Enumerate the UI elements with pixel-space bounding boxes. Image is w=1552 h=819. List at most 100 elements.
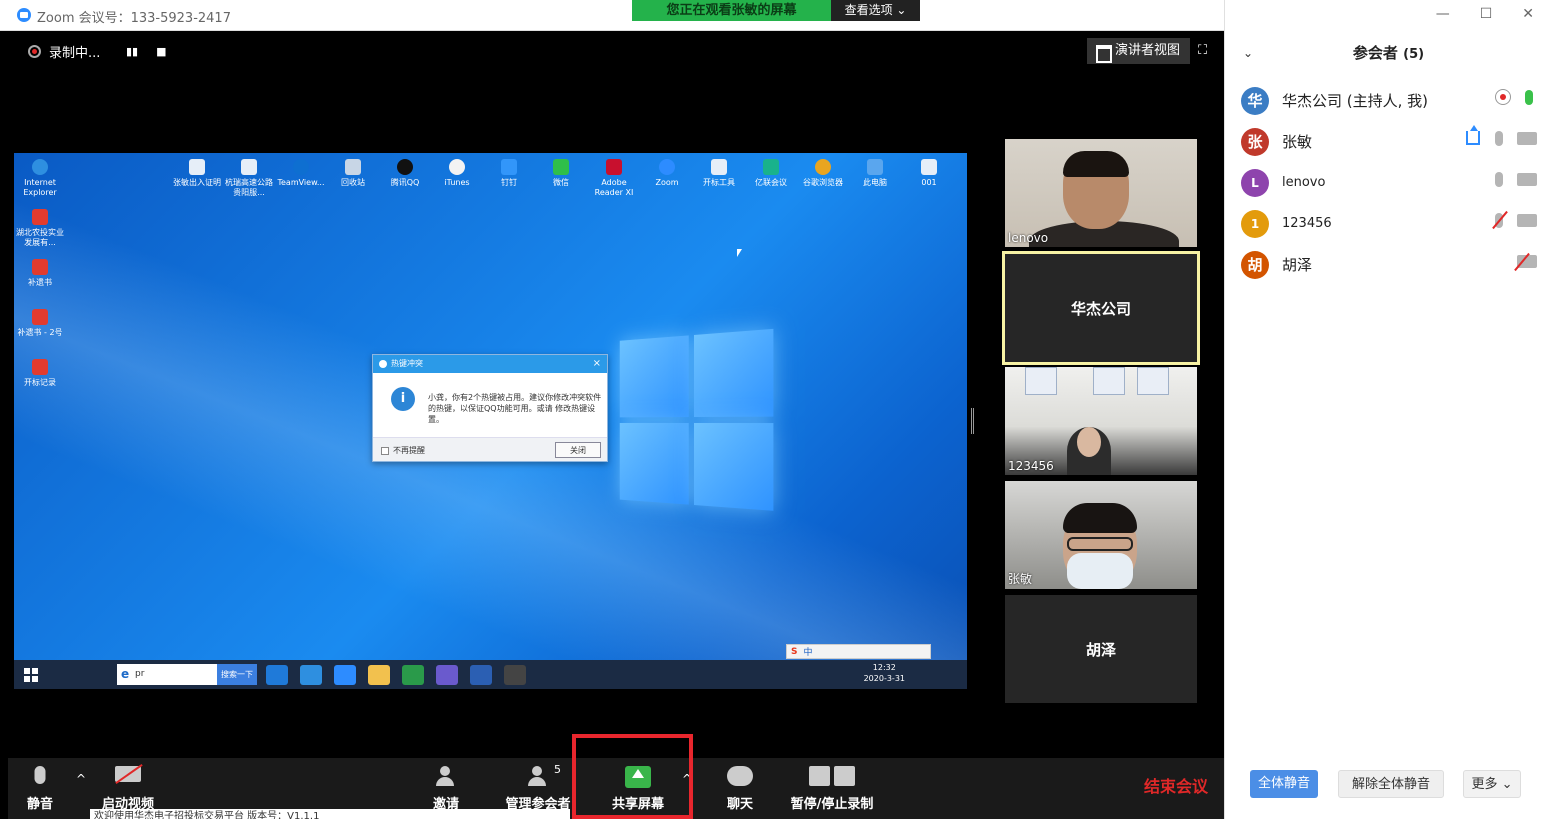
close-icon[interactable]: ✕ <box>1522 6 1534 22</box>
minimize-icon[interactable]: — <box>1436 6 1450 22</box>
app-icon[interactable] <box>436 665 458 685</box>
chat-button[interactable]: 聊天 <box>716 758 764 819</box>
split-handle[interactable] <box>971 408 974 434</box>
view-options-button[interactable]: 查看选项 ⌄ <box>831 0 920 21</box>
unmute-all-button[interactable]: 解除全体静音 <box>1338 770 1444 798</box>
explorer-icon[interactable] <box>368 665 390 685</box>
taskbar-search-input[interactable]: pr <box>117 664 217 685</box>
desktop-icon[interactable]: 腾讯QQ <box>379 159 431 188</box>
mute-button[interactable]: 静音 <box>16 758 64 819</box>
shared-screen[interactable]: Internet Explorer 湖北农投实业发展有... 补遗书 补遗书 -… <box>14 153 967 689</box>
microphone-icon[interactable] <box>1495 130 1503 146</box>
participants-count: (5) <box>1403 47 1425 62</box>
mute-all-button[interactable]: 全体静音 <box>1250 770 1318 798</box>
video-tile-zhangmin[interactable]: 张敏 <box>1005 481 1197 589</box>
taskbar-search-button[interactable]: 搜索一下 <box>217 664 257 685</box>
participant-row[interactable]: 张 张敏 <box>1241 121 1537 162</box>
desktop-icon[interactable]: 开标工具 <box>693 159 745 188</box>
video-tile-huze[interactable]: 胡泽 <box>1005 595 1197 703</box>
video-tile-name: 华杰公司 <box>1070 299 1131 318</box>
desktop-icon[interactable]: 杭瑞高速公路贵阳服... <box>223 159 275 198</box>
zoom-logo-icon <box>17 8 31 22</box>
pause-recording-button[interactable]: ▮▮ <box>126 45 138 58</box>
share-screen-highlight-box <box>572 734 693 819</box>
excel-icon[interactable] <box>402 665 424 685</box>
window-title: Zoom 会议号：133-5923-2417 <box>37 11 231 26</box>
pause-stop-recording-button[interactable]: 暂停/停止录制 <box>782 758 882 819</box>
edge-icon[interactable] <box>266 665 288 685</box>
participant-row[interactable]: 胡 胡泽 <box>1241 244 1537 285</box>
speaker-view-button[interactable]: 演讲者视图 <box>1087 38 1191 64</box>
taskbar-clock[interactable]: 12:32 2020-3-31 <box>864 662 905 684</box>
this-pc-icon <box>867 159 883 175</box>
avatar: L <box>1241 168 1269 197</box>
dialog-close-icon[interactable]: × <box>593 355 601 373</box>
desktop-icon[interactable]: Zoom <box>641 159 693 188</box>
video-tile-lenovo[interactable]: lenovo <box>1005 139 1197 247</box>
desktop-icon[interactable]: 回收站 <box>327 159 379 188</box>
ime-toolbar[interactable]: S中 <box>786 644 931 659</box>
desktop-icon[interactable]: Internet Explorer <box>14 159 66 198</box>
dialog-close-button[interactable]: 关闭 <box>555 442 601 458</box>
zoom-window: Zoom 会议号：133-5923-2417 您正在观看张敏的屏幕 查看选项 ⌄… <box>0 0 1552 819</box>
windows-start-icon[interactable] <box>24 667 38 682</box>
ie-icon[interactable] <box>300 665 322 685</box>
desktop-icon[interactable]: 谷歌浏览器 <box>797 159 849 188</box>
video-camera-off-icon[interactable] <box>1517 254 1537 268</box>
end-meeting-button[interactable]: 结束会议 <box>1144 773 1208 797</box>
participant-row[interactable]: 华 华杰公司 (主持人, 我) <box>1241 80 1537 121</box>
video-tile-name: 胡泽 <box>1085 640 1116 659</box>
desktop-icon[interactable]: 张敏出入证明 <box>171 159 223 188</box>
participant-name: 123456 <box>1282 216 1332 231</box>
microphone-muted-icon[interactable] <box>1495 212 1503 228</box>
dialog-message: 小龚，你有2个热键被占用。建议你修改冲突软件的热键，以保证QQ功能可用。或请 修… <box>428 393 602 424</box>
word-icon[interactable] <box>470 665 492 685</box>
desktop-icon[interactable]: 补遗书 - 2号 <box>14 309 66 338</box>
microphone-active-icon[interactable] <box>1525 89 1533 105</box>
desktop-icon[interactable]: 001 <box>903 159 955 188</box>
desktop-icon[interactable]: 开标记录 <box>14 359 66 388</box>
microphone-icon <box>34 766 46 784</box>
desktop-icon[interactable]: iTunes <box>431 159 483 188</box>
wechat-icon <box>553 159 569 175</box>
video-camera-icon[interactable] <box>1517 213 1537 227</box>
word-doc-icon <box>241 159 257 175</box>
maximize-icon[interactable]: ☐ <box>1480 6 1493 22</box>
desktop-icon[interactable]: 补遗书 <box>14 259 66 288</box>
participants-icon <box>527 766 549 786</box>
fullscreen-icon[interactable]: ⛶ <box>1198 43 1207 58</box>
recording-control-icon <box>809 766 855 786</box>
qq-icon[interactable] <box>504 665 526 685</box>
add-person-icon <box>435 766 457 786</box>
desktop-icon[interactable]: 此电脑 <box>849 159 901 188</box>
recording-status: 录制中... <box>49 46 101 61</box>
desktop-icon[interactable]: 微信 <box>535 159 587 188</box>
participant-row[interactable]: 1 123456 <box>1241 203 1537 244</box>
desktop-icon[interactable]: TeamView... <box>275 159 327 188</box>
stop-recording-button[interactable]: ■ <box>156 45 166 58</box>
video-tile-active-speaker[interactable]: 华杰公司 <box>1002 251 1200 365</box>
audio-options-caret[interactable]: ^ <box>76 772 86 786</box>
microphone-icon[interactable] <box>1495 171 1503 187</box>
zoom-icon[interactable] <box>334 665 356 685</box>
participant-row[interactable]: L lenovo <box>1241 162 1537 203</box>
dingtalk-icon <box>501 159 517 175</box>
viewing-banner: 您正在观看张敏的屏幕 查看选项 ⌄ <box>632 0 920 21</box>
teamviewer-icon <box>293 159 309 175</box>
mouse-cursor-icon <box>737 249 742 257</box>
desktop-icon[interactable]: 湖北农投实业发展有... <box>14 209 66 248</box>
desktop-icon[interactable]: Adobe Reader XI <box>588 159 640 198</box>
more-button[interactable]: 更多 ⌄ <box>1463 770 1521 798</box>
dont-remind-checkbox[interactable]: 不再提醒 <box>381 445 425 456</box>
video-tile-123456[interactable]: 123456 <box>1005 367 1197 475</box>
participants-actions: 全体静音 解除全体静音 更多 ⌄ <box>1225 770 1552 800</box>
video-camera-icon[interactable] <box>1517 172 1537 186</box>
word-doc-icon <box>189 159 205 175</box>
recording-controls: ▮▮ ■ <box>126 45 167 58</box>
participant-name: 华杰公司 (主持人, 我) <box>1282 92 1429 110</box>
avatar: 胡 <box>1241 250 1269 279</box>
desktop-icon[interactable]: 钉钉 <box>483 159 535 188</box>
video-camera-icon[interactable] <box>1517 131 1537 145</box>
desktop-icon[interactable]: 亿联会议 <box>745 159 797 188</box>
chrome-icon <box>815 159 831 175</box>
